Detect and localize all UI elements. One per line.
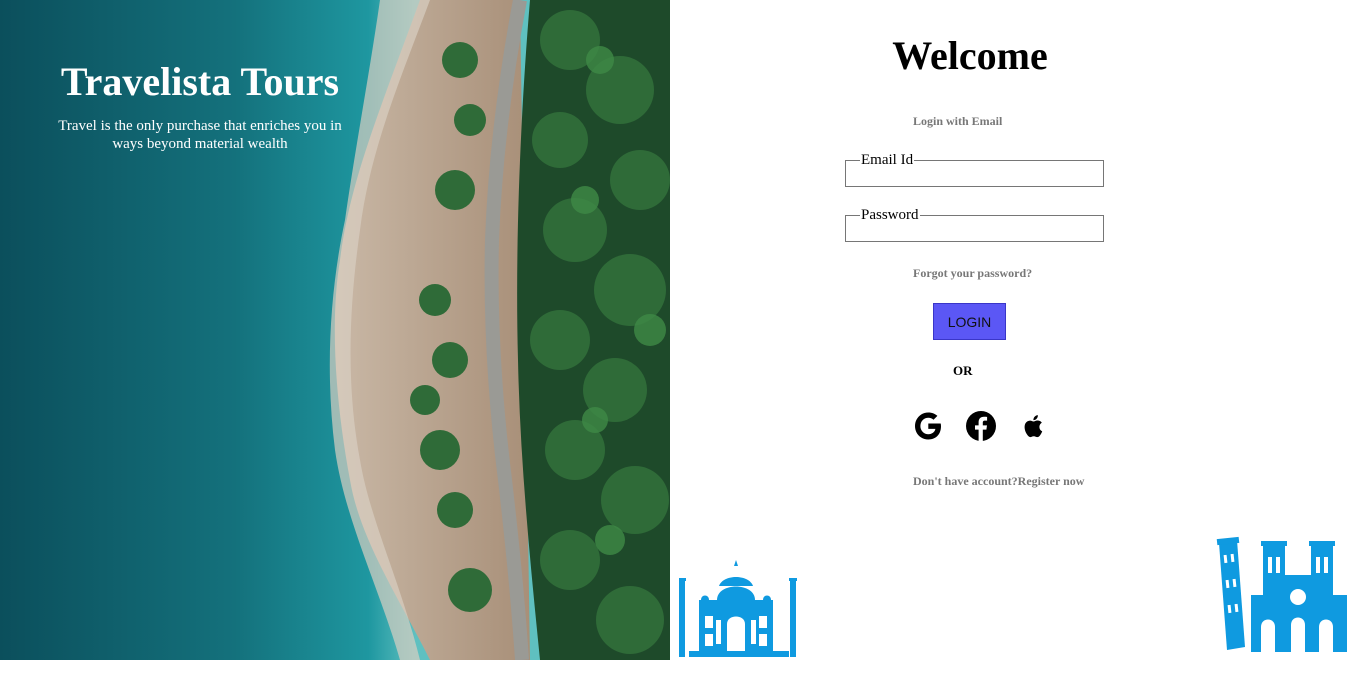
google-icon[interactable]: [912, 410, 944, 442]
apple-icon[interactable]: [1017, 410, 1049, 442]
taj-mahal-illustration: [679, 560, 797, 657]
email-legend: Email Id: [861, 152, 914, 168]
hero-title: Travelista Tours: [60, 59, 340, 104]
facebook-icon[interactable]: [965, 410, 997, 442]
hero-panel: Travelista Tours Travel is the only purc…: [0, 0, 670, 660]
password-legend: Password: [861, 207, 919, 223]
register-now-link[interactable]: Register now: [1018, 474, 1085, 488]
or-divider-text: OR: [953, 363, 973, 378]
login-with-email-label: Login with Email: [913, 114, 1003, 128]
login-button[interactable]: LOGIN: [933, 303, 1006, 340]
email-field: Email Id: [845, 152, 1104, 187]
password-field: Password: [845, 207, 1104, 242]
email-input[interactable]: [848, 168, 1101, 186]
pisa-notre-dame-illustration: [1216, 536, 1347, 652]
forgot-password-link[interactable]: Forgot your password?: [913, 266, 1032, 281]
password-input[interactable]: [848, 223, 1101, 241]
register-row: Don't have account?Register now: [913, 474, 1084, 489]
hero-tagline: Travel is the only purchase that enriche…: [58, 118, 342, 152]
welcome-heading: Welcome: [892, 33, 1048, 78]
no-account-text: Don't have account?: [913, 474, 1018, 488]
